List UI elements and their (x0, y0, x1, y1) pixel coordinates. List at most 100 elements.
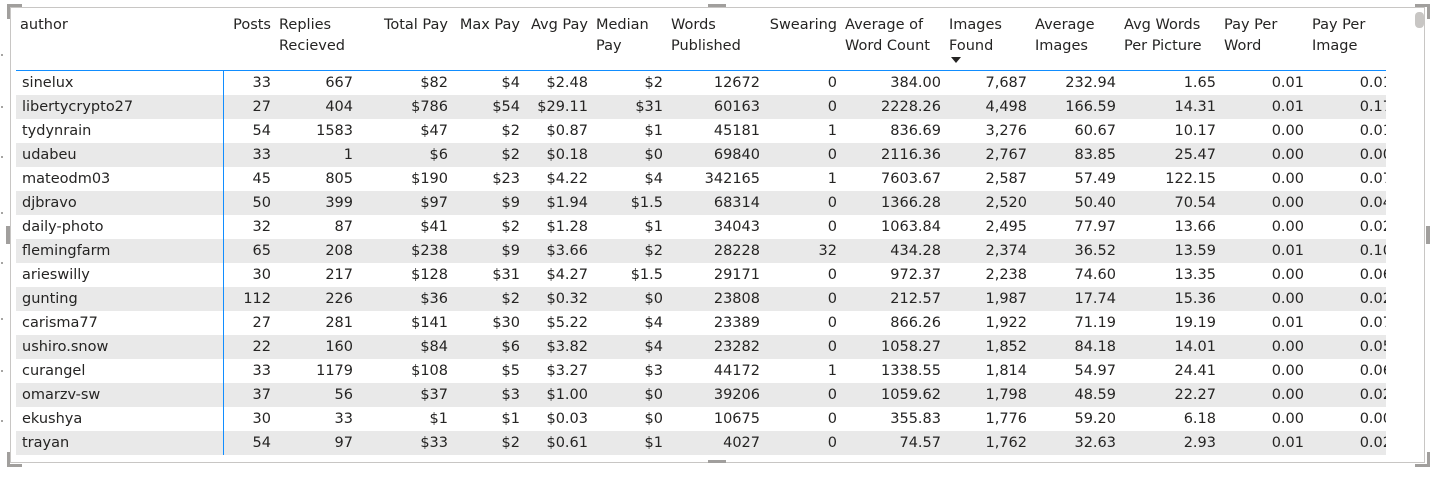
table-cell-swearing: 0 (827, 75, 837, 91)
resize-handle-left[interactable] (6, 226, 10, 244)
column-header-avg-words-per-picture[interactable]: Avg Words Per Picture (1120, 12, 1220, 71)
column-header-avg-pay[interactable]: Avg Pay (524, 12, 592, 71)
column-header-replies[interactable]: Replies Recieved (275, 12, 357, 71)
table-row[interactable]: trayan 54 97 $33 $2 $0.61 $1 4027 0 74.57 1,762 32.… (16, 431, 1386, 455)
table-cell-pay-per-image: 0.17 (1308, 95, 1386, 119)
table-row[interactable]: sinelux 33 667 $82 $4 $2.48 $2 12672 0 384.00 7,68… (16, 70, 1386, 95)
table-cell-avg-images: 84.18 (1031, 335, 1120, 359)
table-cell-total-pay: $128 (411, 267, 448, 283)
column-header-label: Avg Words Per Picture (1124, 17, 1202, 54)
column-header-words[interactable]: Words Published (667, 12, 764, 71)
column-header-label: Total Pay (383, 17, 448, 33)
table-cell-total-pay: $6 (357, 143, 452, 167)
table-row[interactable]: flemingfarm 65 208 $238 $9 $3.66 $2 28228 32 434.… (16, 239, 1386, 263)
table-row[interactable]: djbravo 50 399 $97 $9 $1.94 $1.5 68314 0 1366.28 2… (16, 191, 1386, 215)
table-row[interactable]: udabeu 33 1 $6 $2 $0.18 $0 69840 0 2116.36 2,767 83… (16, 143, 1386, 167)
vertical-scrollbar-thumb[interactable] (1415, 12, 1424, 28)
table-cell-replies: 160 (275, 335, 357, 359)
table-header-row: author Posts Replies Recieved Total Pay Max … (16, 12, 1386, 71)
table-cell-posts: 65 (223, 239, 275, 263)
table-cell-avg-word-count: 2116.36 (841, 143, 945, 167)
table-cell-avg-words-per-picture: 15.36 (1120, 287, 1220, 311)
table-cell-images-found: 2,495 (985, 219, 1027, 235)
column-header-label: author (20, 17, 68, 33)
column-header-images-found[interactable]: Images Found (945, 12, 1031, 71)
table-row[interactable]: ushiro.snow 22 160 $84 $6 $3.82 $4 23282 0 1058.2… (16, 335, 1386, 359)
column-header-posts[interactable]: Posts (223, 12, 275, 71)
table-cell-avg-pay: $1.28 (546, 219, 588, 235)
column-header-pay-per-image[interactable]: Pay Per Image (1308, 12, 1386, 71)
table-cell-avg-images: 17.74 (1031, 287, 1120, 311)
table-cell-swearing: 0 (827, 267, 837, 283)
table-row[interactable]: carisma77 27 281 $141 $30 $5.22 $4 23389 0 866.26… (16, 311, 1386, 335)
table-cell-median-pay: $1.5 (630, 267, 663, 283)
table-cell-avg-pay: $0.03 (546, 411, 588, 427)
table-cell-median-pay: $0 (592, 383, 667, 407)
table-cell-swearing: 0 (764, 143, 841, 167)
table-cell-swearing: 0 (764, 191, 841, 215)
table-cell-avg-pay: $0.87 (546, 123, 588, 139)
table-cell-author: flemingfarm (16, 239, 224, 263)
table-cell-avg-images: 32.63 (1031, 431, 1120, 455)
table-cell-avg-words-per-picture: 14.31 (1120, 95, 1220, 119)
table-cell-pay-per-image: 0.00 (1359, 411, 1386, 427)
table-row[interactable]: tydynrain 54 1583 $47 $2 $0.87 $1 45181 1 836.69 3… (16, 119, 1386, 143)
table-cell-max-pay: $23 (492, 171, 520, 187)
column-header-author[interactable]: author (16, 12, 223, 71)
table-cell-avg-pay: $4.27 (546, 267, 588, 283)
table-cell-avg-word-count: 384.00 (890, 75, 941, 91)
table-cell-avg-pay: $3.82 (524, 335, 592, 359)
table-cell-total-pay: $47 (420, 123, 448, 139)
table-cell-max-pay: $5 (501, 363, 520, 379)
table-cell-words: 44172 (713, 363, 760, 379)
edge-dot (1, 106, 3, 108)
column-header-label: Avg Pay (530, 17, 588, 33)
table-cell-median-pay: $1 (592, 431, 667, 455)
table-row[interactable]: ekushya 30 33 $1 $1 $0.03 $0 10675 0 355.83 1,776 5… (16, 407, 1386, 431)
table-cell-author: trayan (16, 431, 224, 455)
column-header-median-pay[interactable]: Median Pay (592, 12, 667, 71)
table-cell-max-pay: $3 (452, 383, 524, 407)
column-header-avg-word-count[interactable]: Average of Word Count (841, 12, 945, 71)
table-row[interactable]: libertycrypto27 27 404 $786 $54 $29.11 $31 6016… (16, 95, 1386, 119)
table-cell-pay-per-image: 0.01 (1359, 75, 1386, 91)
table-cell-avg-word-count: 355.83 (890, 411, 941, 427)
table-cell-avg-words-per-picture: 22.27 (1120, 383, 1220, 407)
table-cell-posts: 112 (223, 287, 275, 311)
table-row[interactable]: gunting 112 226 $36 $2 $0.32 $0 23808 0 212.57 1,9… (16, 287, 1386, 311)
table-row[interactable]: omarzv-sw 37 56 $37 $3 $1.00 $0 39206 0 1059.62 1,… (16, 383, 1386, 407)
table-cell-pay-per-image: 0.02 (1308, 431, 1386, 455)
resize-handle-bottom[interactable] (708, 460, 726, 463)
column-header-max-pay[interactable]: Max Pay (452, 12, 524, 71)
table-cell-avg-word-count: 972.37 (890, 267, 941, 283)
table-cell-pay-per-word: 0.01 (1220, 431, 1308, 455)
table-cell-avg-words-per-picture: 24.41 (1174, 363, 1216, 379)
table-cell-median-pay: $3 (644, 363, 663, 379)
table-row[interactable]: curangel 33 1179 $108 $5 $3.27 $3 44172 1 1338.55… (16, 359, 1386, 383)
table-cell-avg-words-per-picture: 10.17 (1174, 123, 1216, 139)
column-header-total-pay[interactable]: Total Pay (357, 12, 452, 71)
sort-descending-icon (951, 57, 961, 63)
table-cell-posts: 30 (252, 267, 271, 283)
column-header-label: Max Pay (459, 17, 520, 33)
resize-handle-bottom-right[interactable] (1415, 452, 1430, 467)
table-cell-avg-pay: $5.22 (546, 315, 588, 331)
table-cell-words: 45181 (713, 123, 760, 139)
column-header-pay-per-word[interactable]: Pay Per Word (1220, 12, 1308, 71)
table-row[interactable]: mateodm03 45 805 $190 $23 $4.22 $4 342165 1 7603.… (16, 167, 1386, 191)
table-cell-avg-words-per-picture: 6.18 (1183, 411, 1216, 427)
table-cell-total-pay: $33 (357, 431, 452, 455)
table-cell-total-pay: $97 (357, 191, 452, 215)
column-header-swearing[interactable]: Swearing (764, 12, 841, 71)
resize-handle-right[interactable] (1426, 226, 1430, 244)
table-cell-author: sinelux (16, 70, 224, 95)
table-row[interactable]: arieswilly 30 217 $128 $31 $4.27 $1.5 29171 0 972… (16, 263, 1386, 287)
table-cell-author: libertycrypto27 (16, 95, 224, 119)
table-row[interactable]: daily-photo 32 87 $41 $2 $1.28 $1 34043 0 1063.84… (16, 215, 1386, 239)
table-cell-replies: 97 (275, 431, 357, 455)
table-cell-avg-images: 60.67 (1074, 123, 1116, 139)
table-cell-max-pay: $9 (452, 239, 524, 263)
column-header-avg-images[interactable]: Average Images (1031, 12, 1120, 71)
resize-handle-top[interactable] (708, 4, 726, 7)
table-cell-posts: 54 (223, 431, 275, 455)
